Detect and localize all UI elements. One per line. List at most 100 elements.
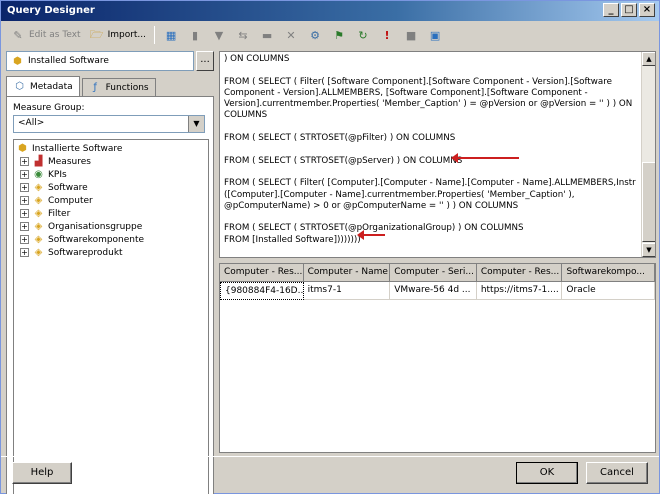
- cube-icon: ⬢: [18, 143, 27, 154]
- vertical-scrollbar[interactable]: ▲ ▼: [641, 52, 655, 257]
- query-parameters-button[interactable]: ⚙: [304, 25, 326, 45]
- toolbar: ✎ Edit as Text 🗁 Import... ▦ ▮ ▼ ⇆ ▬ ✕ ⚙…: [3, 23, 657, 47]
- chevron-down-icon[interactable]: ▼: [188, 116, 204, 132]
- kpi-icon: ◉: [34, 169, 43, 180]
- table-cell[interactable]: {980884F4-16D...: [220, 282, 304, 300]
- expand-icon[interactable]: +: [20, 157, 29, 166]
- maximize-button[interactable]: □: [621, 3, 637, 17]
- tree-item-filter[interactable]: + ◈ Filter: [16, 207, 206, 220]
- table-cell[interactable]: itms7-1: [303, 282, 391, 300]
- refresh-fields-icon: ▦: [165, 28, 177, 42]
- expand-icon[interactable]: +: [20, 235, 29, 244]
- table-cell[interactable]: https://itms7-1....: [476, 282, 563, 300]
- query-line: FROM ( SELECT ( Filter( [Software Compon…: [224, 76, 633, 121]
- exclamation-icon: !: [384, 28, 390, 42]
- empty-cells-icon: ▬: [261, 28, 273, 42]
- measure-group-select[interactable]: <All> ▼: [13, 115, 205, 133]
- auto-execute-button[interactable]: ↻: [352, 25, 374, 45]
- folder-open-icon: 🗁: [89, 27, 104, 41]
- query-text: ) ON COLUMNS FROM ( SELECT ( Filter( [So…: [224, 54, 640, 257]
- column-header[interactable]: Softwarekompo...: [562, 264, 655, 282]
- design-mode-button[interactable]: ▣: [424, 25, 446, 45]
- mdx-query-editor[interactable]: ) ON COLUMNS FROM ( SELECT ( Filter( [So…: [219, 51, 656, 258]
- annotation-arrow-server: [451, 153, 519, 163]
- tree-item-softwareprodukt[interactable]: + ◈ Softwareprodukt: [16, 246, 206, 259]
- metadata-tree: ⬢ Installierte Software + ▟ Measures + ◉…: [13, 139, 209, 494]
- column-header[interactable]: Computer - Name: [303, 264, 391, 282]
- metadata-tabs: ⬡ Metadata ƒ Functions: [6, 76, 214, 96]
- dimension-icon: ◈: [34, 234, 43, 245]
- column-header[interactable]: Computer - Res...: [476, 264, 563, 282]
- toolbar-separator: [154, 26, 156, 44]
- table-cell[interactable]: Oracle: [562, 282, 655, 300]
- stop-icon: ■: [405, 28, 417, 42]
- cube-selector[interactable]: ⬢ Installed Software: [6, 51, 194, 71]
- table-row: {980884F4-16D... itms7-1 VMware-56 4d ..…: [220, 282, 655, 300]
- scroll-thumb[interactable]: [642, 162, 655, 242]
- dimension-icon: ◈: [34, 221, 43, 232]
- cube-icon: ⬢: [13, 55, 22, 67]
- tree-root[interactable]: ⬢ Installierte Software: [16, 142, 206, 155]
- scroll-up-icon[interactable]: ▲: [642, 52, 655, 66]
- cube-icon: ⬡: [15, 81, 24, 92]
- import-button[interactable]: 🗁 Import...: [86, 25, 149, 45]
- query-line: FROM ( SELECT ( STRTOSET(@pOrganizationa…: [224, 223, 524, 234]
- show-aggregates-button[interactable]: ⇆: [232, 25, 254, 45]
- cancel-button[interactable]: Cancel: [586, 462, 648, 484]
- pencil-icon: ✎: [13, 28, 23, 42]
- ok-button[interactable]: OK: [516, 462, 578, 484]
- query-line: FROM ( SELECT ( STRTOSET(@pServer) ) ON …: [224, 155, 463, 166]
- filter-icon: ▼: [214, 28, 224, 42]
- cancel-query-button[interactable]: ■: [400, 25, 422, 45]
- add-calculated-member-button[interactable]: ▮: [184, 25, 206, 45]
- tree-item-computer[interactable]: + ◈ Computer: [16, 194, 206, 207]
- edit-as-text-button[interactable]: ✎ Edit as Text: [7, 25, 84, 45]
- cube-browse-button[interactable]: ...: [196, 51, 214, 71]
- results-grid: Computer - Res... Computer - Name Comput…: [219, 263, 656, 453]
- calculator-icon: ▮: [191, 28, 199, 42]
- show-empty-cells-button[interactable]: ▬: [256, 25, 278, 45]
- title-bar: Query Designer _ □ ×: [1, 1, 659, 21]
- window-title: Query Designer: [7, 5, 95, 16]
- dimension-icon: ◈: [34, 182, 43, 193]
- column-header[interactable]: Computer - Res...: [220, 264, 304, 282]
- metadata-panel: Measure Group: <All> ▼ ⬢ Installierte So…: [6, 96, 214, 494]
- query-designer-window: Query Designer _ □ × ✎ Edit as Text 🗁 Im…: [0, 0, 660, 494]
- grid-header: Computer - Res... Computer - Name Comput…: [220, 264, 655, 282]
- help-button[interactable]: Help: [12, 462, 72, 484]
- dimension-icon: ◈: [34, 247, 43, 258]
- tab-functions[interactable]: ƒ Functions: [81, 78, 156, 96]
- tab-metadata[interactable]: ⬡ Metadata: [6, 76, 80, 96]
- scroll-down-icon[interactable]: ▼: [642, 243, 655, 257]
- expand-icon[interactable]: +: [20, 170, 29, 179]
- tree-item-organisationsgruppe[interactable]: + ◈ Organisationsgruppe: [16, 220, 206, 233]
- expand-icon[interactable]: +: [20, 196, 29, 205]
- tree-item-softwarekomponente[interactable]: + ◈ Softwarekomponente: [16, 233, 206, 246]
- minimize-button[interactable]: _: [603, 3, 619, 17]
- table-cell[interactable]: VMware-56 4d ...: [390, 282, 477, 300]
- expand-icon[interactable]: +: [20, 183, 29, 192]
- expand-icon[interactable]: +: [20, 222, 29, 231]
- query-line: ) ON COLUMNS: [224, 54, 290, 64]
- measure-group-label: Measure Group:: [13, 103, 85, 113]
- auto-execute-icon: ↻: [358, 28, 368, 42]
- delete-button[interactable]: ✕: [280, 25, 302, 45]
- run-query-button[interactable]: !: [376, 25, 398, 45]
- filter-button[interactable]: ▼: [208, 25, 230, 45]
- tree-item-measures[interactable]: + ▟ Measures: [16, 155, 206, 168]
- dimension-icon: ◈: [34, 195, 43, 206]
- dimension-icon: ◈: [34, 208, 43, 219]
- refresh-fields-button[interactable]: ▦: [160, 25, 182, 45]
- expand-icon[interactable]: +: [20, 209, 29, 218]
- parameters-icon: ⚙: [310, 28, 320, 42]
- close-button[interactable]: ×: [639, 3, 655, 17]
- function-icon: ƒ: [93, 82, 97, 93]
- column-header[interactable]: Computer - Seri...: [390, 264, 477, 282]
- tree-item-software[interactable]: + ◈ Software: [16, 181, 206, 194]
- delete-icon: ✕: [286, 28, 296, 42]
- prepare-query-button[interactable]: ⚑: [328, 25, 350, 45]
- aggregate-icon: ⇆: [238, 28, 248, 42]
- query-line: FROM ( SELECT ( Filter( [Computer].[Comp…: [224, 178, 636, 211]
- tree-item-kpis[interactable]: + ◉ KPIs: [16, 168, 206, 181]
- expand-icon[interactable]: +: [20, 248, 29, 257]
